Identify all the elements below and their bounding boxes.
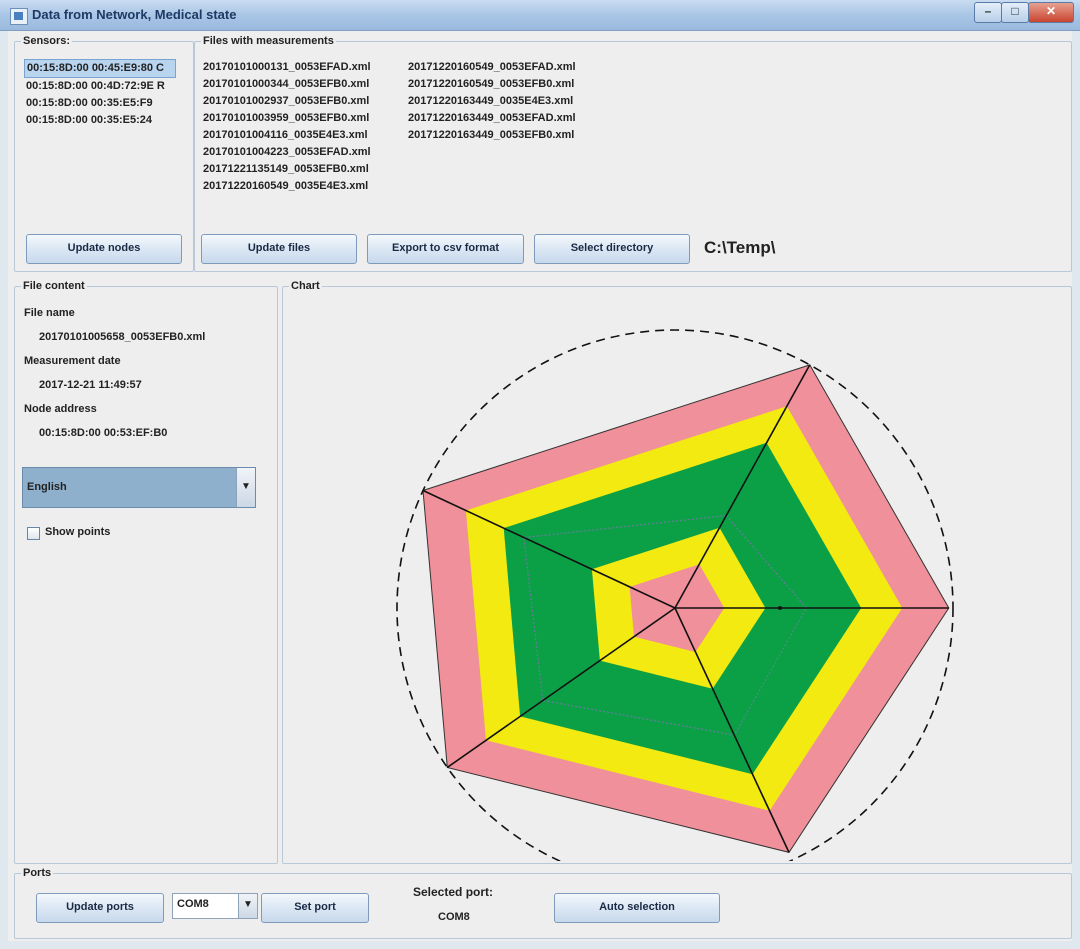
list-item[interactable]: 20170101002937_0053EFB0.xml: [201, 93, 401, 110]
list-item[interactable]: 20171220163449_0053EFAD.xml: [406, 110, 606, 127]
set-port-button[interactable]: Set port: [261, 893, 369, 923]
list-item[interactable]: 20171220160549_0035E4E3.xml: [201, 178, 401, 195]
list-item[interactable]: 20170101004223_0053EFAD.xml: [201, 144, 401, 161]
title-bar[interactable]: Data from Network, Medical state – □ ✕: [0, 0, 1080, 31]
directory-path: C:\Temp\: [704, 238, 776, 257]
list-item[interactable]: 20171220163449_0053EFB0.xml: [406, 127, 606, 144]
minimize-icon[interactable]: –: [974, 2, 1002, 23]
port-select-value: COM8: [177, 898, 209, 910]
app-icon: [10, 8, 28, 25]
auto-selection-button[interactable]: Auto selection: [554, 893, 720, 923]
update-nodes-button[interactable]: Update nodes: [26, 234, 182, 264]
sensors-legend: Sensors:: [23, 35, 71, 47]
list-item[interactable]: 20170101003959_0053EFB0.xml: [201, 110, 401, 127]
list-item[interactable]: 20171220163449_0035E4E3.xml: [406, 93, 606, 110]
language-value: English: [27, 481, 67, 493]
maximize-icon[interactable]: □: [1001, 2, 1029, 23]
measurement-date-value: 2017-12-21 11:49:57: [39, 379, 142, 391]
export-csv-button[interactable]: Export to csv format: [367, 234, 524, 264]
selected-port-label: Selected port:: [413, 885, 494, 899]
update-ports-button[interactable]: Update ports: [36, 893, 164, 923]
file-content-panel: File content: [14, 280, 278, 864]
list-item[interactable]: 20170101004116_0035E4E3.xml: [201, 127, 401, 144]
list-item[interactable]: 00:15:8D:00 00:45:E9:80 C: [24, 59, 176, 78]
show-points-label: Show points: [45, 526, 111, 538]
list-item[interactable]: 00:15:8D:00 00:4D:72:9E R: [24, 78, 184, 95]
client-area: Sensors: 00:15:8D:00 00:45:E9:80 C 00:15:…: [8, 31, 1072, 941]
chevron-down-icon[interactable]: ▼: [236, 468, 255, 507]
files-list-column-2[interactable]: 20171220160549_0053EFAD.xml 2017122016054…: [406, 59, 606, 144]
update-files-button[interactable]: Update files: [201, 234, 357, 264]
list-item[interactable]: 20171220160549_0053EFAD.xml: [406, 59, 606, 76]
list-item[interactable]: 20170101000344_0053EFB0.xml: [201, 76, 401, 93]
list-item[interactable]: 20171220160549_0053EFB0.xml: [406, 76, 606, 93]
node-address-label: Node address: [24, 403, 97, 415]
ports-legend: Ports: [23, 867, 52, 879]
chevron-down-icon[interactable]: ▼: [238, 894, 257, 918]
files-legend: Files with measurements: [203, 35, 334, 47]
files-list-column-1[interactable]: 20170101000131_0053EFAD.xml 2017010100034…: [201, 59, 401, 195]
window-title: Data from Network, Medical state: [32, 7, 237, 22]
app-window: Data from Network, Medical state – □ ✕ S…: [0, 0, 1080, 949]
language-select[interactable]: English ▼: [22, 467, 256, 508]
node-address-value: 00:15:8D:00 00:53:EF:B0: [39, 427, 168, 439]
list-item[interactable]: 00:15:8D:00 00:35:E5:24: [24, 112, 184, 129]
sensors-list[interactable]: 00:15:8D:00 00:45:E9:80 C 00:15:8D:00 00:…: [24, 59, 184, 129]
file-content-legend: File content: [23, 280, 85, 292]
close-icon[interactable]: ✕: [1028, 2, 1074, 23]
file-name-label: File name: [24, 307, 75, 319]
select-directory-button[interactable]: Select directory: [534, 234, 690, 264]
list-item[interactable]: 20170101000131_0053EFAD.xml: [201, 59, 401, 76]
selected-port-value: COM8: [438, 911, 470, 923]
list-item[interactable]: 00:15:8D:00 00:35:E5:F9: [24, 95, 184, 112]
radar-point: [778, 606, 782, 610]
window-controls: – □ ✕: [974, 2, 1074, 23]
chart-legend: Chart: [291, 280, 320, 292]
radar-chart: [396, 329, 954, 861]
file-name-value: 20170101005658_0053EFB0.xml: [39, 331, 206, 343]
port-select[interactable]: COM8 ▼: [172, 893, 258, 919]
show-points-checkbox[interactable]: [27, 527, 40, 540]
list-item[interactable]: 20171221135149_0053EFB0.xml: [201, 161, 401, 178]
measurement-date-label: Measurement date: [24, 355, 121, 367]
